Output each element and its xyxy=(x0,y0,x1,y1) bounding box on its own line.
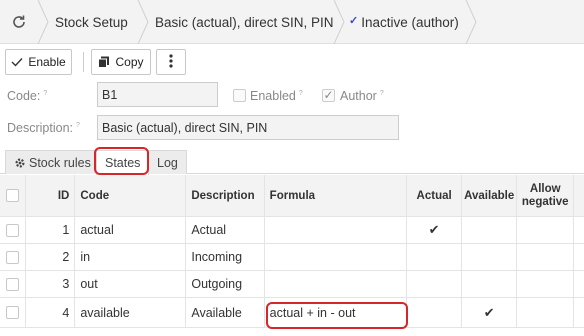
row-id: 1 xyxy=(26,217,76,243)
breadcrumb: Stock Setup Basic (actual), direct SIN, … xyxy=(0,0,584,45)
column-header-allow-negative[interactable]: Allow negative xyxy=(517,175,574,216)
select-all-checkbox[interactable] xyxy=(5,189,19,202)
column-header-description[interactable]: Description xyxy=(186,175,265,216)
table-row[interactable]: 3 out Outgoing xyxy=(0,271,584,298)
author-label: Author? xyxy=(340,89,384,103)
row-description: Actual xyxy=(186,217,265,243)
row-code: available xyxy=(75,298,187,327)
copy-button[interactable]: Copy xyxy=(91,49,151,75)
breadcrumb-stock-setup[interactable]: Stock Setup xyxy=(55,0,128,44)
vertical-dots-icon xyxy=(169,53,173,71)
table-header: ID Code Description Formula Actual Avail… xyxy=(0,175,584,217)
row-formula[interactable]: actual + in - out xyxy=(265,298,408,327)
row-code: actual xyxy=(75,217,187,243)
row-formula xyxy=(265,271,408,297)
row-code: in xyxy=(75,244,187,270)
row-code: out xyxy=(75,271,187,297)
row-id: 4 xyxy=(26,298,76,327)
row-checkbox[interactable] xyxy=(5,306,19,319)
column-header-id[interactable]: ID xyxy=(26,175,76,216)
column-header-actual[interactable]: Actual xyxy=(407,175,462,216)
column-header-formula[interactable]: Formula xyxy=(265,175,408,216)
row-description: Outgoing xyxy=(186,271,265,297)
tab-stock-rules[interactable]: Stock rules xyxy=(5,150,100,174)
checkmark-icon: ✓ xyxy=(349,14,359,27)
copy-icon xyxy=(98,56,110,68)
code-label: Code:? xyxy=(7,89,48,103)
tab-bar: Stock rules States Log xyxy=(0,148,584,175)
breadcrumb-inactive-author[interactable]: ✓ Inactive (author) xyxy=(349,0,459,44)
row-formula xyxy=(265,244,408,270)
author-checkbox[interactable]: ✓ xyxy=(322,89,335,102)
column-header-available[interactable]: Available xyxy=(462,175,518,216)
actual-check-icon: ✔ xyxy=(428,222,440,237)
toolbar: Enable Copy xyxy=(0,44,584,80)
row-description: Available xyxy=(186,298,265,327)
breadcrumb-basic-setup[interactable]: Basic (actual), direct SIN, PIN xyxy=(155,0,334,44)
gear-icon xyxy=(14,157,26,169)
check-icon xyxy=(11,57,23,67)
row-id: 3 xyxy=(26,271,76,297)
description-label: Description:? xyxy=(7,121,80,135)
column-header-code[interactable]: Code xyxy=(75,175,187,216)
row-formula xyxy=(265,217,408,243)
more-options-button[interactable] xyxy=(156,49,186,75)
code-field[interactable]: B1 xyxy=(97,82,218,107)
breadcrumb-inactive-label: Inactive (author) xyxy=(361,14,459,30)
row-id: 2 xyxy=(26,244,76,270)
enable-button[interactable]: Enable xyxy=(5,49,72,75)
refresh-icon[interactable] xyxy=(8,11,30,33)
enabled-checkbox[interactable] xyxy=(233,89,246,102)
table-row[interactable]: 2 in Incoming xyxy=(0,244,584,271)
table-row[interactable]: 1 actual Actual ✔ xyxy=(0,217,584,244)
row-checkbox[interactable] xyxy=(5,277,19,291)
table-row[interactable]: 4 available Available actual + in - out … xyxy=(0,298,584,328)
tab-log[interactable]: Log xyxy=(148,150,187,174)
row-checkbox[interactable] xyxy=(5,250,19,264)
row-checkbox[interactable] xyxy=(5,223,19,237)
enabled-label: Enabled? xyxy=(250,89,303,103)
description-field[interactable]: Basic (actual), direct SIN, PIN xyxy=(97,115,399,140)
row-description: Incoming xyxy=(186,244,265,270)
tab-states[interactable]: States xyxy=(96,150,150,175)
available-check-icon: ✔ xyxy=(483,304,495,320)
